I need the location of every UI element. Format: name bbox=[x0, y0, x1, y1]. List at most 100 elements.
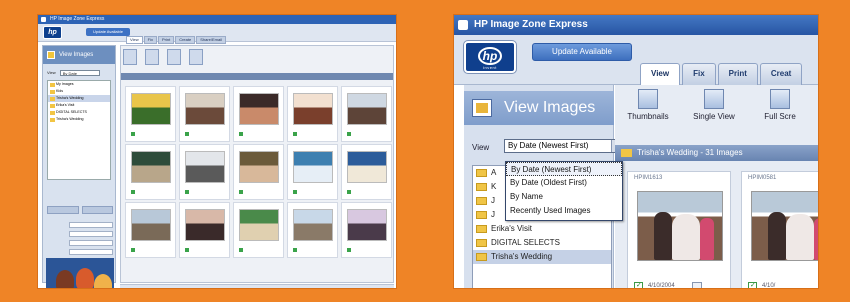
photo-thumbnail bbox=[348, 94, 386, 124]
folder-item[interactable]: Trisha's Wedding bbox=[48, 116, 110, 123]
tab-fix[interactable]: Fix bbox=[143, 36, 157, 44]
thumbnail-cell[interactable] bbox=[125, 144, 176, 200]
thumbnail-cell[interactable] bbox=[287, 144, 338, 200]
left-screenshot: HP Image Zone Express hp Update Availabl… bbox=[37, 14, 397, 289]
form-field[interactable] bbox=[69, 222, 113, 228]
checkbox-icon[interactable] bbox=[185, 248, 189, 252]
folder-item[interactable]: Trisha's Wedding bbox=[48, 95, 110, 102]
checkbox-icon[interactable] bbox=[131, 132, 135, 136]
thumbnail-cell[interactable] bbox=[341, 86, 392, 142]
window-title: HP Image Zone Express bbox=[50, 16, 105, 22]
dropdown-option-recent[interactable]: Recently Used Images bbox=[506, 204, 622, 218]
thumbnail-cell[interactable] bbox=[179, 86, 230, 142]
checkbox-icon[interactable] bbox=[239, 190, 243, 194]
update-available-button[interactable]: Update Available bbox=[86, 28, 130, 36]
checkbox-icon[interactable] bbox=[239, 248, 243, 252]
thumbnail-card[interactable]: HPIM1613 4/10/2004 bbox=[627, 171, 731, 288]
slideshow-icon[interactable] bbox=[189, 49, 203, 65]
checkbox-icon[interactable] bbox=[347, 248, 351, 252]
folder-item-selected[interactable]: Trisha's Wedding bbox=[473, 250, 611, 264]
photo-thumbnail bbox=[294, 94, 332, 124]
thumbnail-cell[interactable] bbox=[287, 86, 338, 142]
thumbnail-cell[interactable] bbox=[341, 144, 392, 200]
dropdown-option-oldest[interactable]: By Date (Oldest First) bbox=[506, 176, 622, 190]
tab-share[interactable]: Share/Email bbox=[196, 36, 226, 44]
thumbnail-cell[interactable] bbox=[179, 144, 230, 200]
form-field[interactable] bbox=[69, 231, 113, 237]
tab-fix[interactable]: Fix bbox=[682, 63, 716, 85]
dropdown-option-newest[interactable]: By Date (Newest First) bbox=[506, 162, 622, 176]
single-view-icon[interactable] bbox=[145, 49, 159, 65]
folder-label: J bbox=[491, 196, 495, 205]
view-select[interactable]: By Date (Newest First) ▼ bbox=[504, 139, 624, 153]
full-screen-icon[interactable] bbox=[167, 49, 181, 65]
thumbnail-cell[interactable] bbox=[125, 86, 176, 142]
folder-item[interactable]: Erika's Visit bbox=[48, 102, 110, 109]
toolbar: Thumbnails Single View Full Scre bbox=[623, 89, 805, 121]
status-bar bbox=[120, 284, 394, 288]
promo-image bbox=[46, 258, 114, 288]
full-screen-tool[interactable]: Full Scre bbox=[755, 89, 805, 121]
view-select[interactable]: By Date bbox=[59, 70, 100, 76]
thumbnail-cell[interactable] bbox=[125, 202, 176, 258]
folder-item[interactable]: My Images bbox=[48, 81, 110, 88]
thumbnail-caption: HPIM1613 bbox=[634, 175, 663, 181]
checkbox-icon[interactable] bbox=[634, 281, 643, 288]
folder-label: K bbox=[491, 182, 497, 191]
tab-print[interactable]: Print bbox=[157, 36, 175, 44]
photo-thumbnail bbox=[132, 210, 170, 240]
checkbox-icon[interactable] bbox=[239, 132, 243, 136]
folder-item[interactable]: DIGITAL SELECTS bbox=[473, 236, 611, 250]
checkbox-icon[interactable] bbox=[293, 190, 297, 194]
checkbox-icon[interactable] bbox=[131, 190, 135, 194]
photo-thumbnail bbox=[186, 210, 224, 240]
single-view-tool[interactable]: Single View bbox=[689, 89, 739, 121]
view-images-header: View Images bbox=[464, 91, 614, 125]
checkbox-icon[interactable] bbox=[347, 190, 351, 194]
form-field[interactable] bbox=[69, 249, 113, 255]
checkbox-icon[interactable] bbox=[293, 248, 297, 252]
thumbnails-tool[interactable]: Thumbnails bbox=[623, 89, 673, 121]
thumbnail-card[interactable]: HPIM0581 4/10/ bbox=[741, 171, 818, 288]
thumbnail-grid bbox=[125, 86, 392, 258]
tab-bar: View Fix Print Creat bbox=[640, 63, 803, 87]
checkbox-icon[interactable] bbox=[347, 132, 351, 136]
photo-thumbnail bbox=[186, 152, 224, 182]
thumbnail-cell[interactable] bbox=[341, 202, 392, 258]
thumbnail-cell[interactable] bbox=[233, 202, 284, 258]
tab-print[interactable]: Print bbox=[717, 63, 758, 85]
dropdown-option-name[interactable]: By Name bbox=[506, 190, 622, 204]
checkbox-icon[interactable] bbox=[293, 132, 297, 136]
tool-label: Full Scre bbox=[764, 112, 796, 121]
thumbnail-menu-icon[interactable] bbox=[692, 282, 702, 288]
update-available-button[interactable]: Update Available bbox=[532, 43, 632, 61]
checkbox-icon[interactable] bbox=[131, 248, 135, 252]
tab-create[interactable]: Create bbox=[175, 36, 196, 44]
hp-logo-mark: hp bbox=[478, 47, 502, 65]
thumbnails-view-icon[interactable] bbox=[123, 49, 137, 65]
folder-item[interactable]: Kids bbox=[48, 88, 110, 95]
checkbox-icon[interactable] bbox=[748, 281, 757, 288]
thumbnail-caption: HPIM0581 bbox=[748, 175, 777, 181]
group-header-label: Trisha's Wedding - 31 Images bbox=[637, 148, 743, 157]
folder-icon bbox=[476, 253, 487, 261]
photo-thumbnail bbox=[186, 94, 224, 124]
tab-view[interactable]: View bbox=[640, 63, 681, 87]
thumbnail-cell[interactable] bbox=[233, 144, 284, 200]
form-field[interactable] bbox=[69, 240, 113, 246]
sidebar-button-1[interactable] bbox=[47, 206, 79, 214]
thumbnail-cell[interactable] bbox=[233, 86, 284, 142]
app-icon bbox=[458, 20, 468, 30]
photo-thumbnail bbox=[132, 152, 170, 182]
tab-view[interactable]: View bbox=[126, 36, 143, 44]
tab-create[interactable]: Creat bbox=[759, 63, 803, 85]
checkbox-icon[interactable] bbox=[185, 132, 189, 136]
single-view-icon bbox=[704, 89, 724, 109]
sidebar-button-2[interactable] bbox=[81, 206, 113, 214]
thumbnail-cell[interactable] bbox=[287, 202, 338, 258]
checkbox-icon[interactable] bbox=[185, 190, 189, 194]
folder-item[interactable]: Erika's Visit bbox=[473, 222, 611, 236]
folder-icon bbox=[476, 239, 487, 247]
thumbnail-cell[interactable] bbox=[179, 202, 230, 258]
folder-item[interactable]: DIGITAL SELECTS bbox=[48, 109, 110, 116]
